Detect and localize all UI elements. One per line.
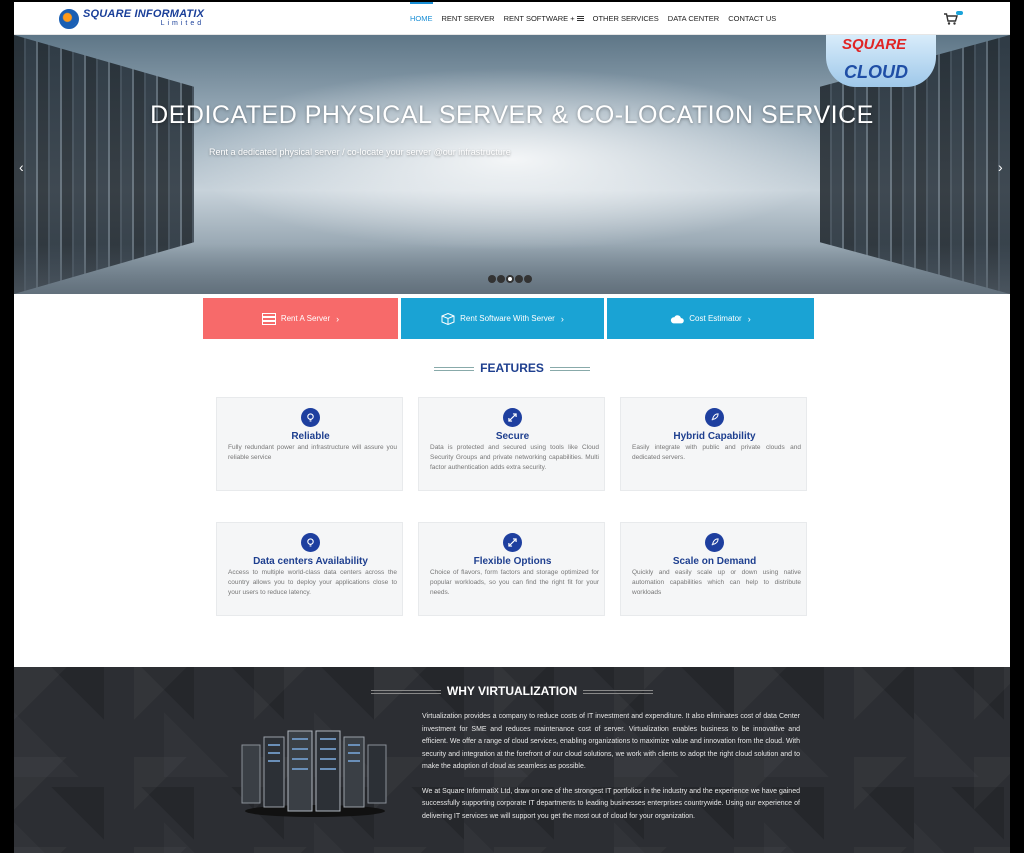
feature-title: Secure bbox=[495, 431, 530, 442]
chevron-right-icon: › bbox=[560, 313, 564, 324]
rocket-icon bbox=[705, 408, 724, 427]
page: SQUARE INFORMATIX Limited HOME RENT SERV… bbox=[14, 2, 1010, 853]
feature-title: Hybrid Capability bbox=[673, 431, 756, 442]
main-nav: HOME RENT SERVER RENT SOFTWARE + OTHER S… bbox=[410, 2, 785, 35]
nav-contact-us[interactable]: CONTACT US bbox=[728, 2, 776, 35]
virtualization-heading: WHY VIRTUALIZATION bbox=[14, 684, 1010, 698]
feature-title: Data centers Availability bbox=[253, 556, 368, 567]
site-header: SQUARE INFORMATIX Limited HOME RENT SERV… bbox=[14, 2, 1010, 35]
feature-description: Data is protected and secured using tool… bbox=[430, 444, 599, 471]
virtualization-paragraph: Virtualization provides a company to red… bbox=[422, 713, 800, 770]
chevron-right-icon: › bbox=[747, 313, 751, 324]
features-heading: FEATURES bbox=[14, 361, 1010, 375]
hero-slider: SQUARE CLOUD DEDICATED PHYSICAL SERVER &… bbox=[14, 35, 1010, 294]
cart-icon[interactable] bbox=[944, 13, 958, 25]
badge-line-2: CLOUD bbox=[844, 62, 908, 82]
expand-arrows-icon bbox=[503, 408, 522, 427]
slider-dot[interactable] bbox=[488, 275, 496, 283]
cost-estimator-label: Cost Estimator bbox=[689, 314, 742, 323]
server-cluster-image bbox=[241, 730, 387, 817]
feature-title: Flexible Options bbox=[473, 556, 552, 567]
rent-server-button[interactable]: Rent A Server › bbox=[203, 298, 398, 339]
feature-card: Reliable Fully redundant power and infra… bbox=[216, 397, 403, 491]
nav-rent-server[interactable]: RENT SERVER bbox=[442, 2, 495, 35]
chevron-right-icon: › bbox=[336, 313, 340, 324]
logo-name: SQUARE INFORMATIX bbox=[83, 8, 205, 20]
nav-rent-software[interactable]: RENT SOFTWARE + bbox=[504, 2, 584, 35]
rocket-icon bbox=[705, 533, 724, 552]
feature-description: Easily integrate with public and private… bbox=[632, 444, 801, 461]
virtualization-section: WHY VIRTUALIZATION Virtualization provid… bbox=[14, 667, 1010, 853]
badge-line-1: SQUARE bbox=[842, 36, 907, 53]
feature-description: Quickly and easily scale up or down usin… bbox=[632, 569, 801, 596]
slider-dot-active[interactable] bbox=[506, 275, 514, 283]
cost-estimator-button[interactable]: Cost Estimator › bbox=[607, 298, 814, 339]
slider-dot[interactable] bbox=[515, 275, 523, 283]
feature-card: Hybrid Capability Easily integrate with … bbox=[620, 397, 807, 491]
nav-data-center[interactable]: DATA CENTER bbox=[668, 2, 719, 35]
feature-description: Fully redundant power and infrastructure… bbox=[228, 444, 397, 461]
nav-rent-software-label: RENT SOFTWARE + bbox=[503, 14, 575, 23]
feature-card: Flexible Options Choice of flavors, form… bbox=[418, 522, 605, 616]
feature-title: Scale on Demand bbox=[672, 556, 757, 567]
virtualization-title: WHY VIRTUALIZATION bbox=[446, 684, 578, 698]
cloud-icon bbox=[671, 314, 685, 323]
rent-server-label: Rent A Server bbox=[280, 314, 331, 323]
rent-software-button[interactable]: Rent Software With Server › bbox=[401, 298, 604, 339]
lightbulb-icon bbox=[301, 408, 320, 427]
lightbulb-icon bbox=[301, 533, 320, 552]
list-icon bbox=[576, 16, 584, 23]
slider-dot[interactable] bbox=[524, 275, 532, 283]
chevron-left-icon[interactable]: ‹ bbox=[19, 159, 24, 175]
square-cloud-badge: SQUARE CLOUD bbox=[826, 35, 936, 87]
hero-subtitle: Rent a dedicated physical server / co-lo… bbox=[209, 147, 511, 157]
chevron-right-icon[interactable]: › bbox=[998, 159, 1003, 175]
hero-floor bbox=[14, 244, 1010, 294]
logo-emblem-icon bbox=[59, 9, 79, 29]
server-icon bbox=[261, 312, 276, 325]
feature-title: Reliable bbox=[291, 431, 330, 442]
rent-software-label: Rent Software With Server bbox=[460, 314, 555, 323]
nav-other-services[interactable]: OTHER SERVICES bbox=[593, 2, 659, 35]
virtualization-text: Virtualization provides a company to red… bbox=[422, 711, 800, 823]
feature-description: Access to multiple world-class data cent… bbox=[228, 569, 397, 596]
feature-card: Data centers Availability Access to mult… bbox=[216, 522, 403, 616]
cube-icon bbox=[441, 312, 455, 325]
features-title: FEATURES bbox=[480, 361, 544, 375]
company-logo[interactable]: SQUARE INFORMATIX Limited bbox=[59, 8, 204, 30]
feature-description: Choice of flavors, form factors and stor… bbox=[430, 569, 599, 596]
feature-card: Scale on Demand Quickly and easily scale… bbox=[620, 522, 807, 616]
logo-subtitle: Limited bbox=[160, 20, 205, 27]
slider-dot[interactable] bbox=[497, 275, 505, 283]
virtualization-paragraph: We at Square InformatiX Ltd, draw on one… bbox=[422, 787, 800, 820]
hero-title: DEDICATED PHYSICAL SERVER & CO-LOCATION … bbox=[150, 101, 874, 129]
cart-count-badge bbox=[956, 11, 963, 15]
slider-dots bbox=[488, 275, 533, 283]
expand-arrows-icon bbox=[503, 533, 522, 552]
nav-home[interactable]: HOME bbox=[410, 2, 433, 35]
feature-card: Secure Data is protected and secured usi… bbox=[418, 397, 605, 491]
